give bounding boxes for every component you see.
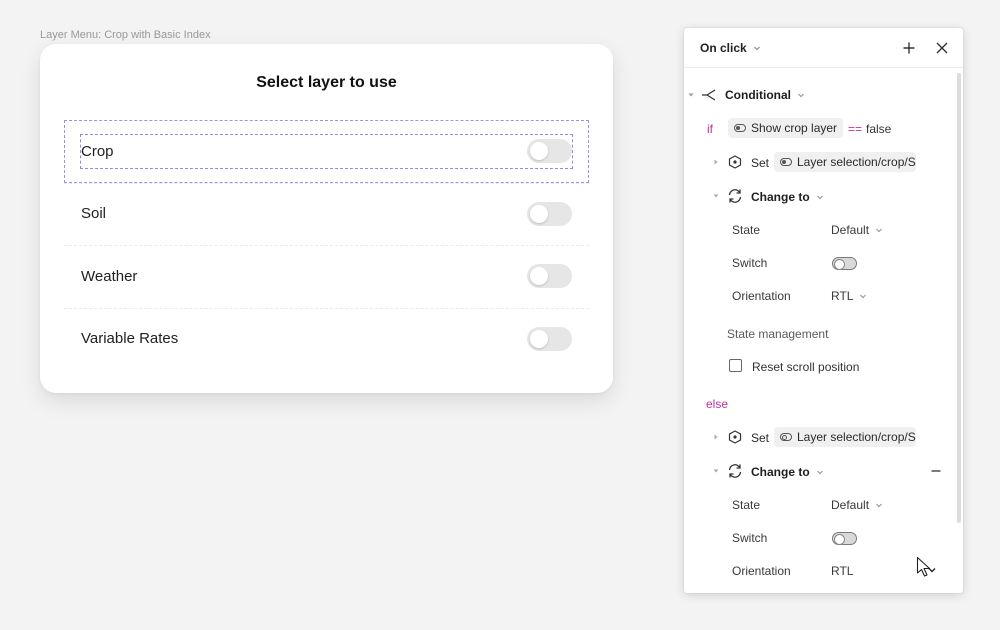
layer-row-weather[interactable]: Weather bbox=[64, 245, 589, 308]
layer-row-crop[interactable]: Crop bbox=[64, 120, 589, 183]
panel-scrollbar[interactable] bbox=[957, 73, 961, 523]
expand-caret-icon[interactable] bbox=[712, 158, 720, 166]
layer-row-soil[interactable]: Soil bbox=[64, 182, 589, 246]
set-target: Layer selection/crop/S bbox=[797, 430, 916, 444]
close-panel-button[interactable] bbox=[933, 39, 951, 57]
orientation-value: RTL bbox=[831, 289, 854, 303]
swap-icon bbox=[728, 189, 742, 203]
state-value: Default bbox=[831, 498, 870, 512]
reset-scroll-checkbox[interactable] bbox=[729, 359, 742, 372]
set-target-chip[interactable]: Layer selection/crop/S bbox=[774, 152, 916, 172]
layer-name: Weather bbox=[81, 267, 138, 285]
set-label: Set bbox=[751, 156, 770, 170]
condition-value[interactable]: false bbox=[866, 122, 891, 136]
toggle-knob bbox=[530, 204, 548, 223]
layer-toggle-soil[interactable] bbox=[527, 201, 572, 226]
state-dropdown[interactable]: Default bbox=[831, 498, 884, 512]
condition-variable-chip[interactable]: Show crop layer bbox=[728, 118, 844, 138]
else-keyword: else bbox=[706, 397, 729, 411]
change-to-label: Change to bbox=[751, 465, 810, 479]
set-target: Layer selection/crop/S bbox=[797, 155, 916, 169]
orientation-dropdown[interactable]: RTL bbox=[831, 564, 853, 578]
reset-scroll-label: Reset scroll position bbox=[752, 360, 860, 374]
frame-label[interactable]: Layer Menu: Crop with Basic Index bbox=[40, 29, 211, 41]
state-management-label: State management bbox=[727, 327, 829, 341]
plus-icon bbox=[903, 42, 915, 54]
set-label: Set bbox=[751, 431, 770, 445]
toggle-knob bbox=[530, 142, 548, 161]
orientation-value: RTL bbox=[831, 564, 854, 578]
collapse-caret-icon[interactable] bbox=[687, 91, 695, 99]
layer-name: Variable Rates bbox=[81, 330, 179, 348]
boolean-variable-icon bbox=[734, 124, 746, 132]
chevron-down-icon bbox=[860, 294, 867, 299]
switch-property-toggle[interactable] bbox=[832, 257, 857, 270]
layer-toggle-crop[interactable] bbox=[527, 139, 572, 164]
prop-label-orientation: Orientation bbox=[732, 564, 791, 578]
layer-name: Soil bbox=[81, 205, 107, 223]
pointer-cursor-icon bbox=[916, 556, 931, 577]
panel-body: Conditional if Show crop layer == false … bbox=[684, 68, 963, 593]
if-keyword: if bbox=[707, 122, 713, 136]
toggle-knob bbox=[530, 267, 548, 286]
condition-variable: Show crop layer bbox=[751, 121, 838, 135]
prop-label-state: State bbox=[732, 498, 761, 512]
conditional-dropdown[interactable]: Conditional bbox=[725, 88, 806, 102]
add-interaction-button[interactable] bbox=[900, 39, 918, 57]
minus-icon[interactable] bbox=[930, 465, 942, 477]
variable-hexagon-icon bbox=[728, 155, 742, 169]
operator[interactable]: == bbox=[848, 122, 862, 136]
boolean-variable-icon bbox=[780, 433, 792, 441]
prop-label-orientation: Orientation bbox=[732, 289, 791, 303]
trigger-dropdown[interactable]: On click bbox=[700, 41, 762, 55]
chevron-down-icon bbox=[798, 93, 804, 98]
chevron-down-icon bbox=[876, 503, 882, 508]
change-to-dropdown[interactable]: Change to bbox=[751, 465, 825, 479]
boolean-variable-icon bbox=[780, 158, 792, 166]
chevron-down-icon bbox=[816, 470, 823, 475]
layer-toggle-variable-rates[interactable] bbox=[527, 326, 572, 351]
switch-property-toggle[interactable] bbox=[832, 532, 857, 545]
expand-caret-icon[interactable] bbox=[712, 433, 720, 441]
state-value: Default bbox=[831, 223, 870, 237]
prop-label-switch: Switch bbox=[732, 256, 768, 270]
layer-list: Crop Soil Weather Variable Rates bbox=[64, 120, 589, 370]
layer-select-card: Select layer to use Crop Soil Weather Va… bbox=[40, 44, 613, 393]
close-icon bbox=[936, 42, 948, 54]
layer-toggle-weather[interactable] bbox=[527, 264, 572, 289]
toggle-knob bbox=[530, 329, 548, 348]
swap-icon bbox=[728, 464, 742, 478]
change-to-label: Change to bbox=[751, 190, 810, 204]
collapse-caret-icon[interactable] bbox=[712, 467, 720, 475]
card-title: Select layer to use bbox=[256, 74, 397, 91]
panel-header: On click bbox=[684, 28, 963, 68]
conditional-label: Conditional bbox=[725, 88, 791, 102]
chevron-down-icon bbox=[876, 228, 882, 233]
set-target-chip[interactable]: Layer selection/crop/S bbox=[774, 427, 916, 447]
prop-label-state: State bbox=[732, 223, 761, 237]
state-dropdown[interactable]: Default bbox=[831, 223, 884, 237]
variable-hexagon-icon bbox=[728, 430, 742, 444]
layer-row-variable-rates[interactable]: Variable Rates bbox=[64, 307, 589, 371]
change-to-dropdown[interactable]: Change to bbox=[751, 190, 825, 204]
collapse-caret-icon[interactable] bbox=[712, 192, 720, 200]
prop-label-switch: Switch bbox=[732, 531, 768, 545]
chevron-down-icon bbox=[816, 195, 823, 200]
orientation-dropdown[interactable]: RTL bbox=[831, 289, 868, 303]
branch-icon bbox=[702, 89, 716, 101]
layer-name: Crop bbox=[81, 142, 114, 160]
trigger-label: On click bbox=[700, 41, 747, 55]
chevron-down-icon bbox=[753, 46, 760, 51]
interaction-panel: On click Conditional if Show crop layer … bbox=[684, 28, 963, 593]
